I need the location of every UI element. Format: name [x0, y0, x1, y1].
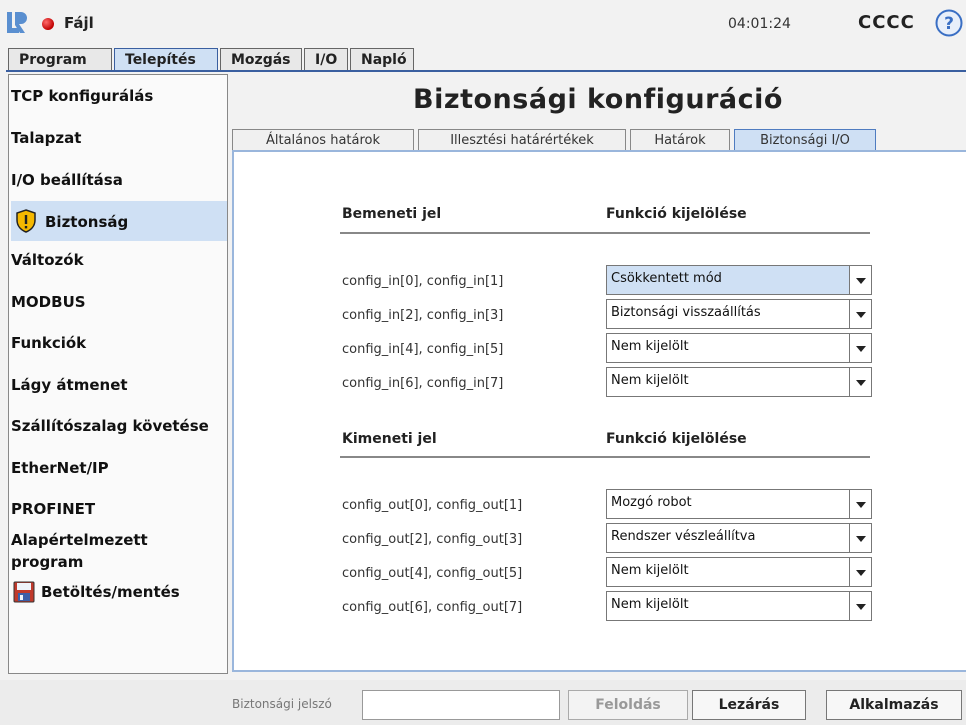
sidebar-item-label: Funkciók [11, 334, 87, 352]
output-signal-label: config_out[4], config_out[5] [342, 566, 523, 581]
chevron-down-icon[interactable] [849, 300, 871, 328]
sidebar-item-label: PROFINET [11, 500, 96, 518]
input-signal-label: config_in[6], config_in[7] [342, 376, 504, 391]
sidebar-item-biztonsag[interactable]: Biztonság [11, 201, 227, 241]
output-signal-label: config_out[0], config_out[1] [342, 498, 523, 513]
select-value: Nem kijelölt [611, 373, 689, 388]
output-function-header: Funkció kijelölése [606, 431, 747, 447]
sidebar-item-io-setup[interactable]: I/O beállítása [11, 171, 227, 195]
sidebar-item-label: Alapértelmezett program [11, 531, 148, 571]
sidebar-item-label: Változók [11, 251, 84, 269]
output-function-select[interactable]: Nem kijelölt [606, 557, 872, 587]
apply-button[interactable]: Alkalmazás [826, 690, 962, 720]
installation-sidebar: TCP konfigurálás Talapzat I/O beállítása… [8, 74, 228, 674]
chevron-down-icon[interactable] [849, 558, 871, 586]
sidebar-item-label: Lágy átmenet [11, 376, 128, 394]
sidebar-item-label: Betöltés/mentés [41, 583, 180, 601]
chevron-down-icon[interactable] [849, 368, 871, 396]
sidebar-item-label: Szállítószalag követése [11, 417, 209, 435]
robot-name: CCCC [858, 12, 915, 33]
tab-telepites[interactable]: Telepítés [114, 48, 218, 71]
chevron-down-icon[interactable] [849, 334, 871, 362]
sidebar-item-tcp[interactable]: TCP konfigurálás [11, 87, 227, 111]
tab-general-limits[interactable]: Általános határok [232, 129, 414, 151]
chevron-down-icon[interactable] [849, 592, 871, 620]
input-signal-header: Bemeneti jel [342, 206, 442, 222]
input-function-select[interactable]: Nem kijelölt [606, 367, 872, 397]
file-menu[interactable]: Fájl [64, 14, 94, 32]
select-value: Rendszer vészleállítva [611, 529, 756, 544]
main-tab-bar: Program Telepítés Mozgás I/O Napló [8, 48, 416, 71]
sidebar-item-profinet[interactable]: PROFINET [11, 500, 227, 524]
title-bar: Fájl 04:01:24 CCCC ? [0, 0, 966, 48]
input-divider [340, 232, 870, 234]
unlock-button[interactable]: Feloldás [568, 690, 688, 720]
tab-mozgas[interactable]: Mozgás [220, 48, 302, 71]
select-value: Nem kijelölt [611, 563, 689, 578]
sidebar-item-modbus[interactable]: MODBUS [11, 293, 227, 317]
output-signal-header: Kimeneti jel [342, 431, 437, 447]
output-signal-label: config_out[6], config_out[7] [342, 600, 523, 615]
sub-tab-bar: Általános határok Illesztési határértéke… [230, 129, 966, 151]
input-function-header: Funkció kijelölése [606, 206, 747, 222]
shield-warning-icon [16, 209, 36, 233]
sidebar-item-ethernet-ip[interactable]: EtherNet/IP [11, 459, 227, 483]
input-function-select[interactable]: Nem kijelölt [606, 333, 872, 363]
select-value: Nem kijelölt [611, 597, 689, 612]
tab-boundaries[interactable]: Határok [630, 129, 730, 151]
sidebar-item-label: Biztonság [45, 213, 129, 231]
sidebar-item-label: I/O beállítása [11, 171, 123, 189]
input-signal-label: config_in[2], config_in[3] [342, 308, 504, 323]
input-signal-label: config_in[4], config_in[5] [342, 342, 504, 357]
select-value: Nem kijelölt [611, 339, 689, 354]
page-title: Biztonsági konfiguráció [413, 84, 783, 115]
main-content: Biztonsági konfiguráció Általános határo… [230, 74, 966, 672]
input-signal-label: config_in[0], config_in[1] [342, 274, 504, 289]
safety-password-input[interactable] [362, 690, 560, 720]
floppy-disk-icon [13, 581, 35, 603]
input-function-select[interactable]: Csökkentett mód [606, 265, 872, 295]
lock-button[interactable]: Lezárás [692, 690, 806, 720]
input-function-select[interactable]: Biztonsági visszaállítás [606, 299, 872, 329]
status-indicator-icon [42, 18, 54, 30]
sidebar-item-label: EtherNet/IP [11, 459, 109, 477]
sidebar-item-load-save[interactable]: Betöltés/mentés [11, 579, 227, 607]
chevron-down-icon[interactable] [849, 524, 871, 552]
select-value: Mozgó robot [611, 495, 692, 510]
output-divider [340, 456, 870, 458]
sidebar-item-label: TCP konfigurálás [11, 87, 154, 105]
sidebar-item-label: MODBUS [11, 293, 86, 311]
sidebar-item-default-program[interactable]: Alapértelmezett program [11, 529, 181, 573]
output-function-select[interactable]: Mozgó robot [606, 489, 872, 519]
tab-joint-limits[interactable]: Illesztési határértékek [418, 129, 626, 151]
safety-password-label: Biztonsági jelszó [232, 697, 332, 711]
sidebar-item-valtozok[interactable]: Változók [11, 251, 227, 275]
tab-safety-io[interactable]: Biztonsági I/O [734, 129, 876, 151]
chevron-down-icon[interactable] [849, 490, 871, 518]
clock: 04:01:24 [728, 16, 791, 32]
output-signal-label: config_out[2], config_out[3] [342, 532, 523, 547]
output-function-select[interactable]: Nem kijelölt [606, 591, 872, 621]
chevron-down-icon[interactable] [849, 266, 871, 294]
tab-naplo[interactable]: Napló [350, 48, 414, 71]
sidebar-item-label: Talapzat [11, 129, 82, 147]
tab-program[interactable]: Program [8, 48, 112, 71]
help-icon[interactable]: ? [935, 9, 963, 37]
safety-io-panel: Bemeneti jel Funkció kijelölése config_i… [232, 150, 966, 672]
sidebar-item-lagy-atmenet[interactable]: Lágy átmenet [11, 376, 227, 400]
ur-logo-icon [7, 12, 27, 33]
sidebar-item-funkciok[interactable]: Funkciók [11, 334, 227, 358]
svg-text:?: ? [944, 14, 954, 34]
sidebar-item-talapzat[interactable]: Talapzat [11, 129, 227, 153]
sidebar-item-conveyor[interactable]: Szállítószalag követése [11, 417, 227, 441]
select-value: Csökkentett mód [611, 271, 722, 286]
select-value: Biztonsági visszaállítás [611, 305, 761, 320]
tab-io[interactable]: I/O [304, 48, 348, 71]
output-function-select[interactable]: Rendszer vészleállítva [606, 523, 872, 553]
